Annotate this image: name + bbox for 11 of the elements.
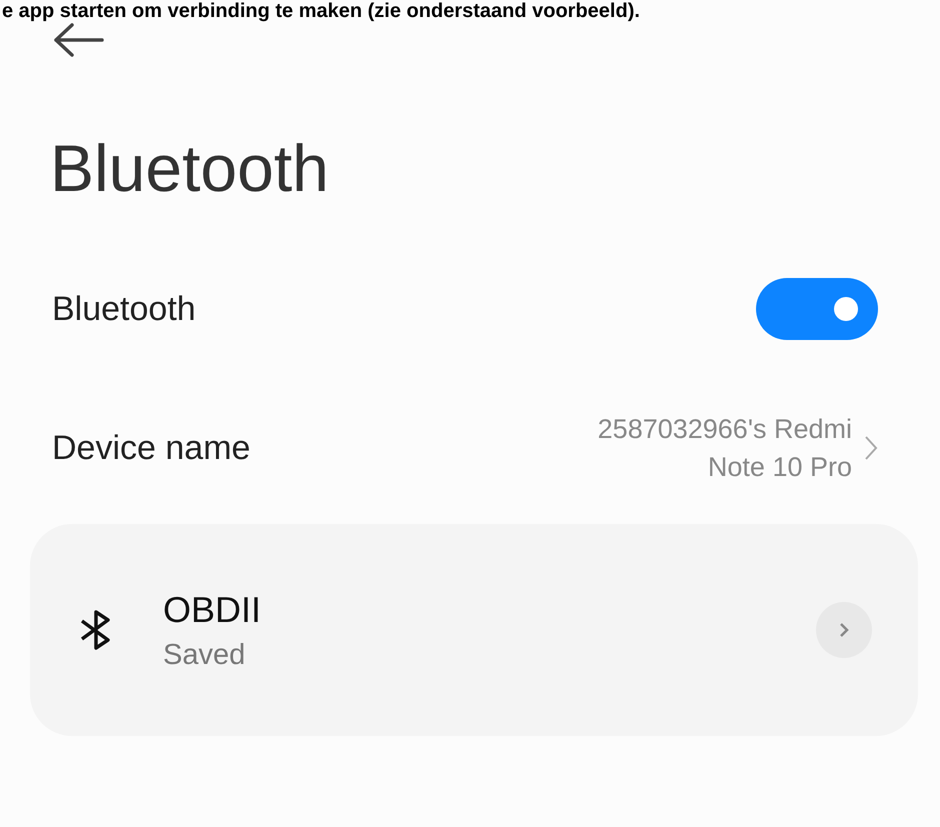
device-name: OBDII	[163, 588, 262, 630]
chevron-right-icon	[839, 622, 849, 638]
device-card[interactable]: OBDII Saved	[30, 524, 918, 736]
setting-label: Bluetooth	[52, 290, 196, 328]
setting-label: Device name	[52, 428, 250, 468]
caption-text: e app starten om verbinding te maken (zie onderstaand voorbeeld).	[2, 0, 641, 22]
back-button[interactable]	[52, 22, 104, 58]
back-arrow-icon	[52, 22, 104, 58]
device-status: Saved	[163, 638, 246, 672]
chevron-right-icon	[864, 435, 878, 461]
page-title: Bluetooth	[50, 130, 330, 207]
